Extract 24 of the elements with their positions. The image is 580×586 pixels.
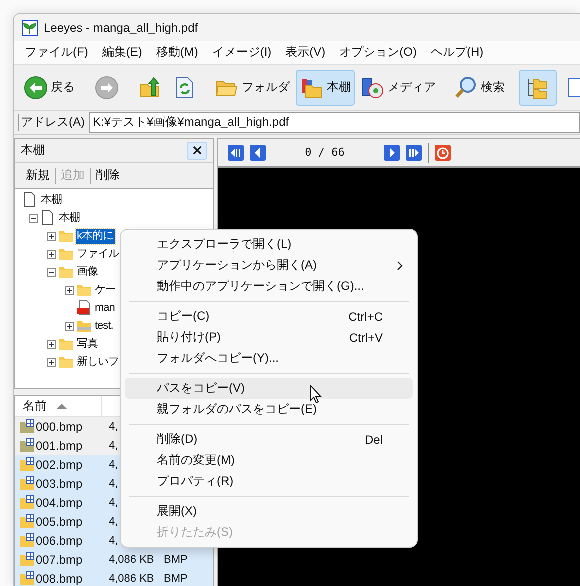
file-size: 4, (108, 478, 120, 490)
file-name: 004.bmp (36, 496, 83, 510)
window-title: Leeyes - manga_all_high.pdf (44, 20, 198, 34)
file-name: 002.bmp (36, 458, 83, 472)
file-size: 4, (108, 534, 120, 546)
file-type: BMP (164, 572, 188, 584)
file-name: 003.bmp (36, 476, 83, 490)
file-size: 4, (108, 420, 120, 432)
file-type: BMP (164, 554, 188, 566)
file-name: 007.bmp (36, 552, 83, 566)
page-counter: 0 / 66 (304, 146, 346, 159)
file-size: 4, (108, 516, 120, 528)
file-name: 008.bmp (36, 572, 83, 586)
file-size: 4, (108, 458, 120, 470)
file-name: 005.bmp (36, 514, 83, 528)
address-label: アドレス(A) (18, 114, 87, 131)
file-size: 4,086 KB (108, 554, 156, 566)
file-name: 001.bmp (36, 438, 83, 452)
file-size: 4,086 KB (108, 572, 156, 584)
file-name: 006.bmp (36, 534, 83, 548)
file-size: 4, (108, 440, 120, 452)
file-name: 000.bmp (36, 420, 83, 434)
file-size: 4, (108, 496, 120, 508)
panel-title: 本棚 (21, 142, 45, 159)
